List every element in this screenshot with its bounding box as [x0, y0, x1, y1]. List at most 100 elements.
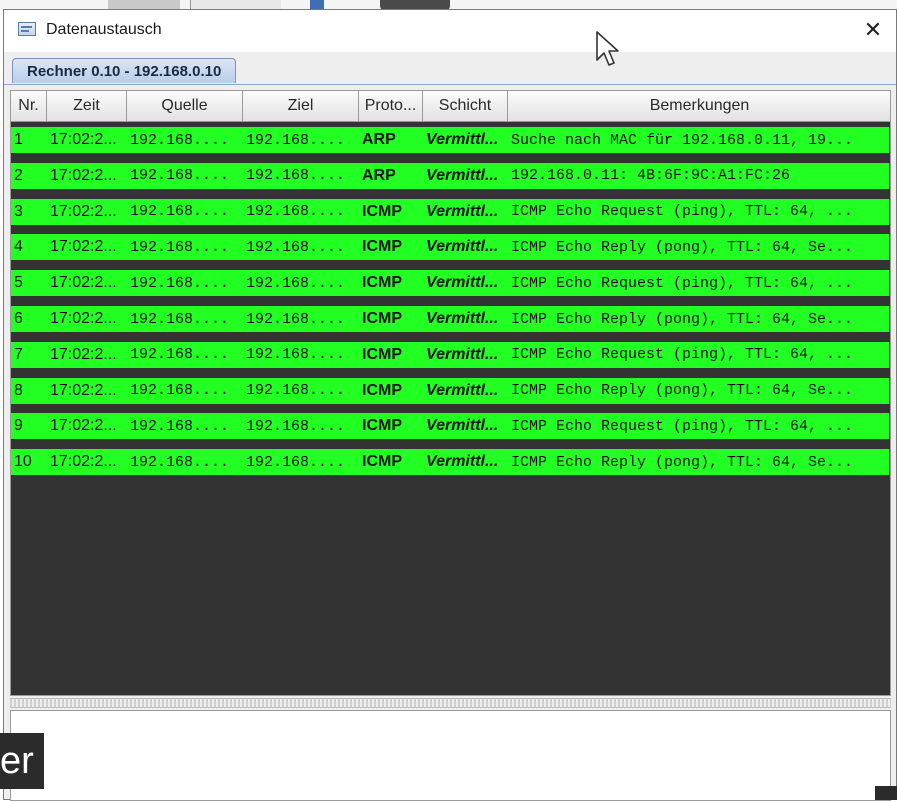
- cell-schicht: Vermittl...: [426, 202, 499, 220]
- cell-zeit: 17:02:2...: [50, 202, 117, 220]
- cell-zeit: 17:02:2...: [50, 131, 117, 148]
- cell-quelle: 192.168....: [130, 167, 230, 185]
- table-row[interactable]: 1 17:02:2... 192.168.... 192.168.... ARP Verm…: [11, 127, 889, 153]
- cell-schicht: Vermittl...: [426, 345, 499, 363]
- cell-proto: ARP: [362, 166, 396, 184]
- split-pane-divider[interactable]: [10, 698, 891, 708]
- cell-bemerkung: ICMP Echo Request (ping), TTL: 64, ...: [511, 274, 854, 292]
- column-header-quelle[interactable]: Quelle: [127, 91, 243, 121]
- cell-ziel: 192.168....: [246, 274, 346, 292]
- table-row[interactable]: 2 17:02:2... 192.168.... 192.168.... ARP Verm…: [11, 162, 889, 189]
- cell-nr: 10: [14, 453, 32, 471]
- cell-ziel: 192.168....: [246, 203, 346, 221]
- table-row[interactable]: 7 17:02:2... 192.168.... 192.168.... ICMP Ver…: [11, 341, 889, 368]
- cell-bemerkung: Suche nach MAC für 192.168.0.11, 19...: [511, 131, 854, 149]
- window-icon: [18, 22, 36, 36]
- cell-ziel: 192.168....: [246, 453, 346, 471]
- cell-bemerkung: ICMP Echo Reply (pong), TTL: 64, Se...: [511, 238, 854, 256]
- cell-bemerkung: ICMP Echo Reply (pong), TTL: 64, Se...: [511, 382, 854, 400]
- table-row[interactable]: 8 17:02:2... 192.168.... 192.168.... ICMP Ver…: [11, 377, 889, 404]
- cell-quelle: 192.168....: [130, 131, 230, 149]
- close-icon: ✕: [863, 17, 883, 42]
- table-row[interactable]: 4 17:02:2... 192.168.... 192.168.... ICMP Ver…: [11, 234, 889, 261]
- tab-rechner[interactable]: Rechner 0.10 - 192.168.0.10: [12, 58, 237, 83]
- cell-proto: ICMP: [362, 202, 402, 220]
- cell-proto: ICMP: [362, 417, 402, 435]
- window-title: Datenaustausch: [46, 21, 162, 38]
- cell-nr: 7: [14, 345, 23, 363]
- cell-nr: 8: [14, 381, 23, 399]
- cell-schicht: Vermittl...: [426, 310, 499, 327]
- cell-proto: ICMP: [362, 345, 402, 363]
- cell-bemerkung: ICMP Echo Request (ping), TTL: 64, ...: [511, 346, 854, 364]
- cell-bemerkung: ICMP Echo Reply (pong), TTL: 64, Se...: [511, 453, 854, 471]
- cell-ziel: 192.168....: [246, 346, 346, 364]
- column-header-schicht[interactable]: Schicht: [423, 91, 508, 121]
- cell-schicht: Vermittl...: [426, 131, 499, 148]
- cell-bemerkung: 192.168.0.11: 4B:6F:9C:A1:FC:26: [511, 167, 791, 185]
- details-pane[interactable]: [10, 710, 891, 801]
- cell-proto: ICMP: [362, 274, 402, 292]
- column-header-protokoll[interactable]: Proto...: [359, 91, 423, 121]
- cell-ziel: 192.168....: [246, 417, 346, 435]
- cell-bemerkung: ICMP Echo Reply (pong), TTL: 64, Se...: [511, 310, 854, 328]
- tab-bar: Rechner 0.10 - 192.168.0.10: [4, 52, 896, 85]
- cell-schicht: Vermittl...: [426, 166, 499, 184]
- column-header-ziel[interactable]: Ziel: [243, 91, 359, 121]
- packet-table[interactable]: Nr. Zeit Quelle Ziel Proto... Schicht Be…: [10, 90, 891, 696]
- cell-nr: 1: [14, 131, 23, 148]
- cell-quelle: 192.168....: [130, 203, 230, 221]
- cell-zeit: 17:02:2...: [50, 166, 117, 184]
- cell-schicht: Vermittl...: [426, 381, 499, 399]
- cell-proto: ICMP: [362, 453, 402, 471]
- cell-quelle: 192.168....: [130, 382, 230, 400]
- cell-proto: ARP: [362, 131, 396, 148]
- tab-label: Rechner 0.10 - 192.168.0.10: [27, 62, 222, 80]
- table-row[interactable]: 9 17:02:2... 192.168.... 192.168.... ICMP Ver…: [11, 413, 889, 440]
- cell-nr: 4: [14, 238, 23, 256]
- cell-zeit: 17:02:2...: [50, 453, 117, 471]
- cell-schicht: Vermittl...: [426, 453, 499, 471]
- cell-zeit: 17:02:2...: [50, 274, 117, 292]
- datenaustausch-window: Datenaustausch ✕ Rechner 0.10 - 192.168.…: [3, 9, 897, 801]
- cell-ziel: 192.168....: [246, 382, 346, 400]
- mouse-pointer-icon: [596, 31, 619, 66]
- cell-quelle: 192.168....: [130, 310, 230, 328]
- column-header-bemerkungen[interactable]: Bemerkungen: [508, 91, 890, 121]
- close-button[interactable]: ✕: [850, 10, 896, 50]
- cell-zeit: 17:02:2...: [50, 417, 117, 435]
- cell-zeit: 17:02:2...: [50, 310, 117, 327]
- cell-schicht: Vermittl...: [426, 274, 499, 292]
- cell-quelle: 192.168....: [130, 346, 230, 364]
- cell-zeit: 17:02:2...: [50, 238, 117, 256]
- column-header-nr[interactable]: Nr.: [11, 91, 47, 121]
- title-bar[interactable]: Datenaustausch ✕: [4, 10, 896, 52]
- cell-bemerkung: ICMP Echo Request (ping), TTL: 64, ...: [511, 417, 854, 435]
- table-row[interactable]: 6 17:02:2... 192.168.... 192.168.... ICMP Ver…: [11, 306, 889, 332]
- video-caption-overlay: er: [0, 733, 44, 789]
- cell-nr: 2: [14, 166, 23, 184]
- cell-quelle: 192.168....: [130, 274, 230, 292]
- cell-quelle: 192.168....: [130, 453, 230, 471]
- cell-zeit: 17:02:2...: [50, 381, 117, 399]
- cell-zeit: 17:02:2...: [50, 345, 117, 363]
- cell-schicht: Vermittl...: [426, 417, 499, 435]
- column-header-zeit[interactable]: Zeit: [47, 91, 127, 121]
- table-header: Nr. Zeit Quelle Ziel Proto... Schicht Be…: [11, 91, 890, 122]
- cell-proto: ICMP: [362, 310, 402, 327]
- cell-nr: 9: [14, 417, 23, 435]
- caption-text: er: [0, 739, 34, 782]
- cell-quelle: 192.168....: [130, 238, 230, 256]
- table-row[interactable]: 3 17:02:2... 192.168.... 192.168.... ICMP Ver…: [11, 198, 889, 225]
- cell-ziel: 192.168....: [246, 238, 346, 256]
- cell-ziel: 192.168....: [246, 167, 346, 185]
- cell-proto: ICMP: [362, 238, 402, 256]
- cell-nr: 3: [14, 202, 23, 220]
- table-row[interactable]: 5 17:02:2... 192.168.... 192.168.... ICMP Ver…: [11, 270, 889, 297]
- table-row[interactable]: 10 17:02:2... 192.168.... 192.168.... ICMP Ve…: [11, 449, 889, 476]
- cell-nr: 5: [14, 274, 23, 292]
- cell-nr: 6: [14, 310, 23, 327]
- cell-ziel: 192.168....: [246, 131, 346, 149]
- cell-quelle: 192.168....: [130, 417, 230, 435]
- cell-schicht: Vermittl...: [426, 238, 499, 256]
